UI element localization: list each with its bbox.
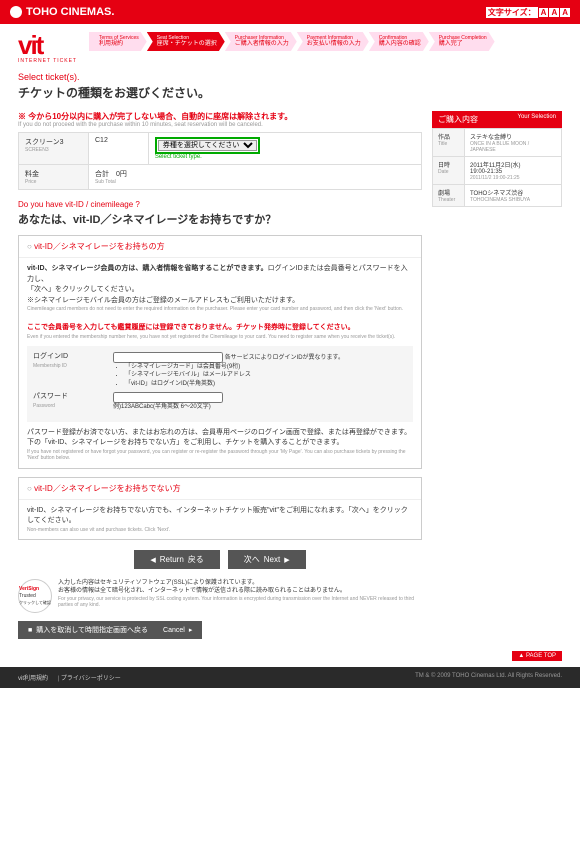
global-header: TOHO CINEMAS. 文字サイズ：AAA [0, 0, 580, 24]
brand-logo: TOHO CINEMAS. [10, 6, 114, 18]
back-button[interactable]: ◀Return 戻る [134, 550, 219, 569]
page-title-jp: チケットの種類をお選びください。 [18, 84, 562, 101]
trust-section: VeriSignTrustedクリックして確認 入力した内容はセキュリティソフト… [18, 579, 422, 613]
font-size-s[interactable]: A [539, 8, 549, 17]
step-terms: Terms of Services利用規約 [89, 32, 147, 51]
time-warning: ※ 今から10分以内に購入が完了しない場合、自動的に座席は解除されます。 [18, 111, 422, 122]
arrow-right-icon: ▶ [284, 556, 289, 564]
font-size-m[interactable]: A [549, 8, 559, 17]
verisign-badge[interactable]: VeriSignTrustedクリックして確認 [18, 579, 52, 613]
arrow-left-icon: ◀ [150, 556, 155, 564]
time-warning-en: If you do not proceed with the purchase … [18, 122, 422, 128]
page-top-link[interactable]: ▲ PAGE TOP [18, 649, 562, 659]
selection-summary: ご購入内容Your Selection 作品Titleステキな金縛りONCE I… [432, 111, 562, 639]
vit-logo: vit INTERNET TICKET [18, 32, 77, 64]
step-complete: Purchase Completion購入完了 [429, 32, 495, 51]
password-input[interactable] [113, 392, 223, 403]
ticket-type-highlight: 券種を選択してください [155, 137, 260, 154]
vitid-heading-en: Do you have vit-ID / cinemileage ? [18, 200, 422, 209]
step-seat: Seat Selection座席・チケットの選択 [147, 32, 225, 51]
footer-link-terms[interactable]: vit利用規約 [18, 676, 48, 682]
cancel-button[interactable]: ■ 購入を取消して時間指定画面へ戻る Cancel ▸ [18, 621, 202, 639]
step-purchaser: Purchaser Informationご購入者情報の入力 [225, 32, 297, 51]
nonmember-box: vit-ID／シネマイレージをお持ちでない方 vit-ID、シネマイレージをお持… [18, 477, 422, 541]
ticket-type-select[interactable]: 券種を選択してください [158, 140, 257, 151]
step-confirm: Confirmation購入内容の確認 [369, 32, 429, 51]
step-payment: Payment Informationお支払い情報の入力 [297, 32, 369, 51]
nonmember-box-title: vit-ID／シネマイレージをお持ちでない方 [19, 478, 421, 500]
footer: vit利用規約 | プライバシーポリシー TM & © 2009 TOHO Ci… [0, 667, 580, 688]
font-size-control: 文字サイズ：AAA [485, 7, 570, 18]
login-id-input[interactable] [113, 352, 223, 363]
page-title-en: Select ticket(s). [18, 72, 562, 82]
footer-link-privacy[interactable]: プライバシーポリシー [61, 676, 121, 682]
vitid-heading-jp: あなたは、vit-ID／シネマイレージをお持ちですか？ [18, 211, 422, 227]
ticket-table: スクリーン3SCREEN3 C12 券種を選択してくださいSelect tick… [18, 132, 422, 190]
login-form: ログインIDMembership ID 各サービスによりログインIDが異なります… [27, 346, 413, 422]
member-box: vit-ID／シネマイレージをお持ちの方 vit-ID、シネマイレージ会員の方は… [18, 235, 422, 469]
next-button[interactable]: 次へ Next▶ [228, 550, 306, 569]
member-box-title: vit-ID／シネマイレージをお持ちの方 [19, 236, 421, 258]
progress-steps: Terms of Services利用規約 Seat Selection座席・チ… [89, 32, 562, 51]
font-size-l[interactable]: A [560, 8, 570, 17]
copyright: TM & © 2009 TOHO Cinemas Ltd. All Rights… [415, 673, 562, 682]
